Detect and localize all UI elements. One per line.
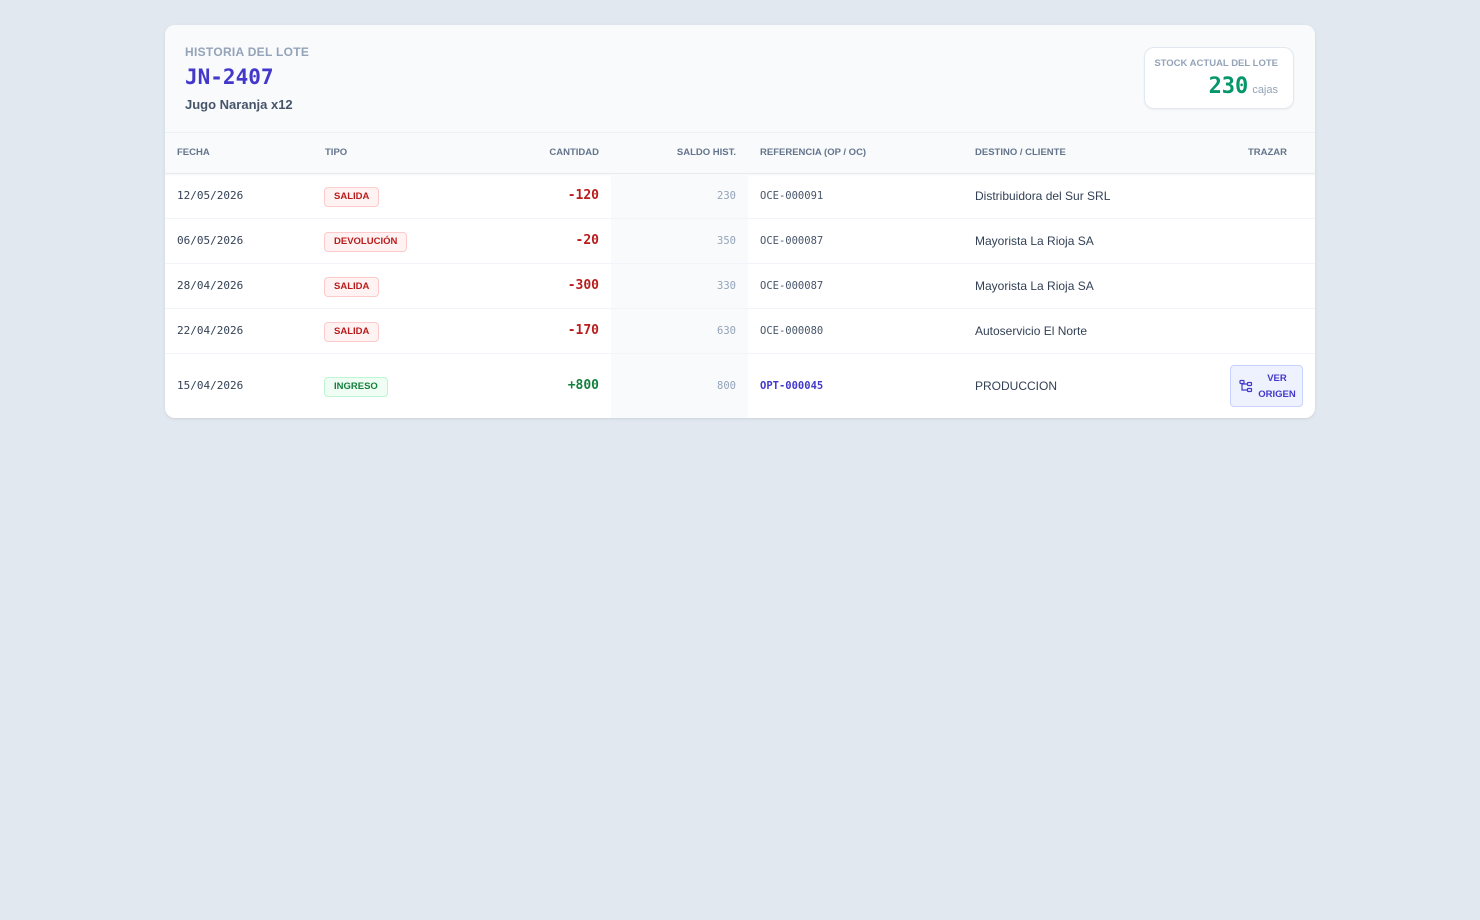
stock-summary: STOCK ACTUAL DEL LOTE 230 cajas bbox=[1144, 47, 1294, 109]
type-badge: DEVOLUCIÓN bbox=[324, 232, 408, 252]
row-date: 06/05/2026 bbox=[177, 234, 244, 247]
stock-value-line: 230 cajas bbox=[1209, 74, 1278, 99]
row-date: 15/04/2026 bbox=[177, 379, 244, 392]
stock-label: STOCK ACTUAL DEL LOTE bbox=[1154, 58, 1278, 69]
row-reference-link[interactable]: OPT-000045 bbox=[760, 380, 823, 392]
row-quantity: +800 bbox=[567, 378, 599, 393]
row-balance: 330 bbox=[717, 280, 736, 292]
row-date: 12/05/2026 bbox=[177, 189, 244, 202]
row-balance: 800 bbox=[717, 380, 736, 392]
row-quantity: -120 bbox=[567, 188, 599, 203]
stock-unit: cajas bbox=[1252, 84, 1278, 96]
table-header: FECHA TIPO CANTIDAD SALDO HIST. REFERENC… bbox=[165, 133, 1315, 174]
view-origin-button[interactable]: VER ORIGEN bbox=[1230, 365, 1303, 407]
row-destination: Mayorista La Rioja SA bbox=[975, 234, 1094, 248]
table-row: 06/05/2026 DEVOLUCIÓN -20 350 OCE-000087… bbox=[165, 219, 1315, 264]
row-date: 22/04/2026 bbox=[177, 324, 244, 337]
table-row: 28/04/2026 SALIDA -300 330 OCE-000087 Ma… bbox=[165, 264, 1315, 309]
row-quantity: -170 bbox=[567, 323, 599, 338]
type-badge: SALIDA bbox=[324, 322, 380, 342]
column-header-tipo: TIPO bbox=[325, 147, 348, 158]
row-destination: Mayorista La Rioja SA bbox=[975, 279, 1094, 293]
stock-value: 230 bbox=[1208, 74, 1249, 99]
row-reference: OCE-000091 bbox=[760, 190, 824, 202]
row-balance: 630 bbox=[717, 325, 736, 337]
view-origin-label: VER ORIGEN bbox=[1258, 373, 1296, 400]
column-header-cantidad: CANTIDAD bbox=[549, 147, 599, 158]
table-row: 22/04/2026 SALIDA -170 630 OCE-000080 Au… bbox=[165, 309, 1315, 354]
lot-history-card: HISTORIA DEL LOTE JN-2407 Jugo Naranja x… bbox=[165, 25, 1315, 418]
column-header-saldo: SALDO HIST. bbox=[676, 147, 736, 158]
row-destination: PRODUCCION bbox=[975, 379, 1058, 393]
column-header-fecha: FECHA bbox=[177, 147, 210, 158]
type-badge: INGRESO bbox=[324, 377, 388, 397]
row-reference: OCE-000087 bbox=[760, 235, 824, 247]
lot-code: JN-2407 bbox=[185, 65, 274, 89]
header-kicker: HISTORIA DEL LOTE bbox=[185, 45, 310, 59]
row-quantity: -20 bbox=[575, 233, 599, 248]
flow-tree-icon bbox=[1239, 379, 1253, 393]
row-balance: 230 bbox=[717, 190, 736, 202]
row-balance: 350 bbox=[717, 235, 736, 247]
lot-header: HISTORIA DEL LOTE JN-2407 Jugo Naranja x… bbox=[165, 25, 1315, 133]
table-row: 15/04/2026 INGRESO +800 800 OPT-000045 P… bbox=[165, 354, 1315, 418]
row-destination: Distribuidora del Sur SRL bbox=[975, 189, 1111, 203]
column-header-referencia: REFERENCIA (OP / OC) bbox=[760, 147, 867, 158]
row-quantity: -300 bbox=[567, 278, 599, 293]
row-date: 28/04/2026 bbox=[177, 279, 244, 292]
row-destination: Autoservicio El Norte bbox=[975, 324, 1088, 338]
column-header-trazar: TRAZAR bbox=[1247, 147, 1287, 158]
row-reference: OCE-000080 bbox=[760, 325, 824, 337]
type-badge: SALIDA bbox=[324, 187, 380, 207]
type-badge: SALIDA bbox=[324, 277, 380, 297]
product-name: Jugo Naranja x12 bbox=[185, 97, 293, 112]
table-row: 12/05/2026 SALIDA -120 230 OCE-000091 Di… bbox=[165, 174, 1315, 219]
row-reference: OCE-000087 bbox=[760, 280, 824, 292]
column-header-destino: DESTINO / CLIENTE bbox=[975, 147, 1066, 158]
